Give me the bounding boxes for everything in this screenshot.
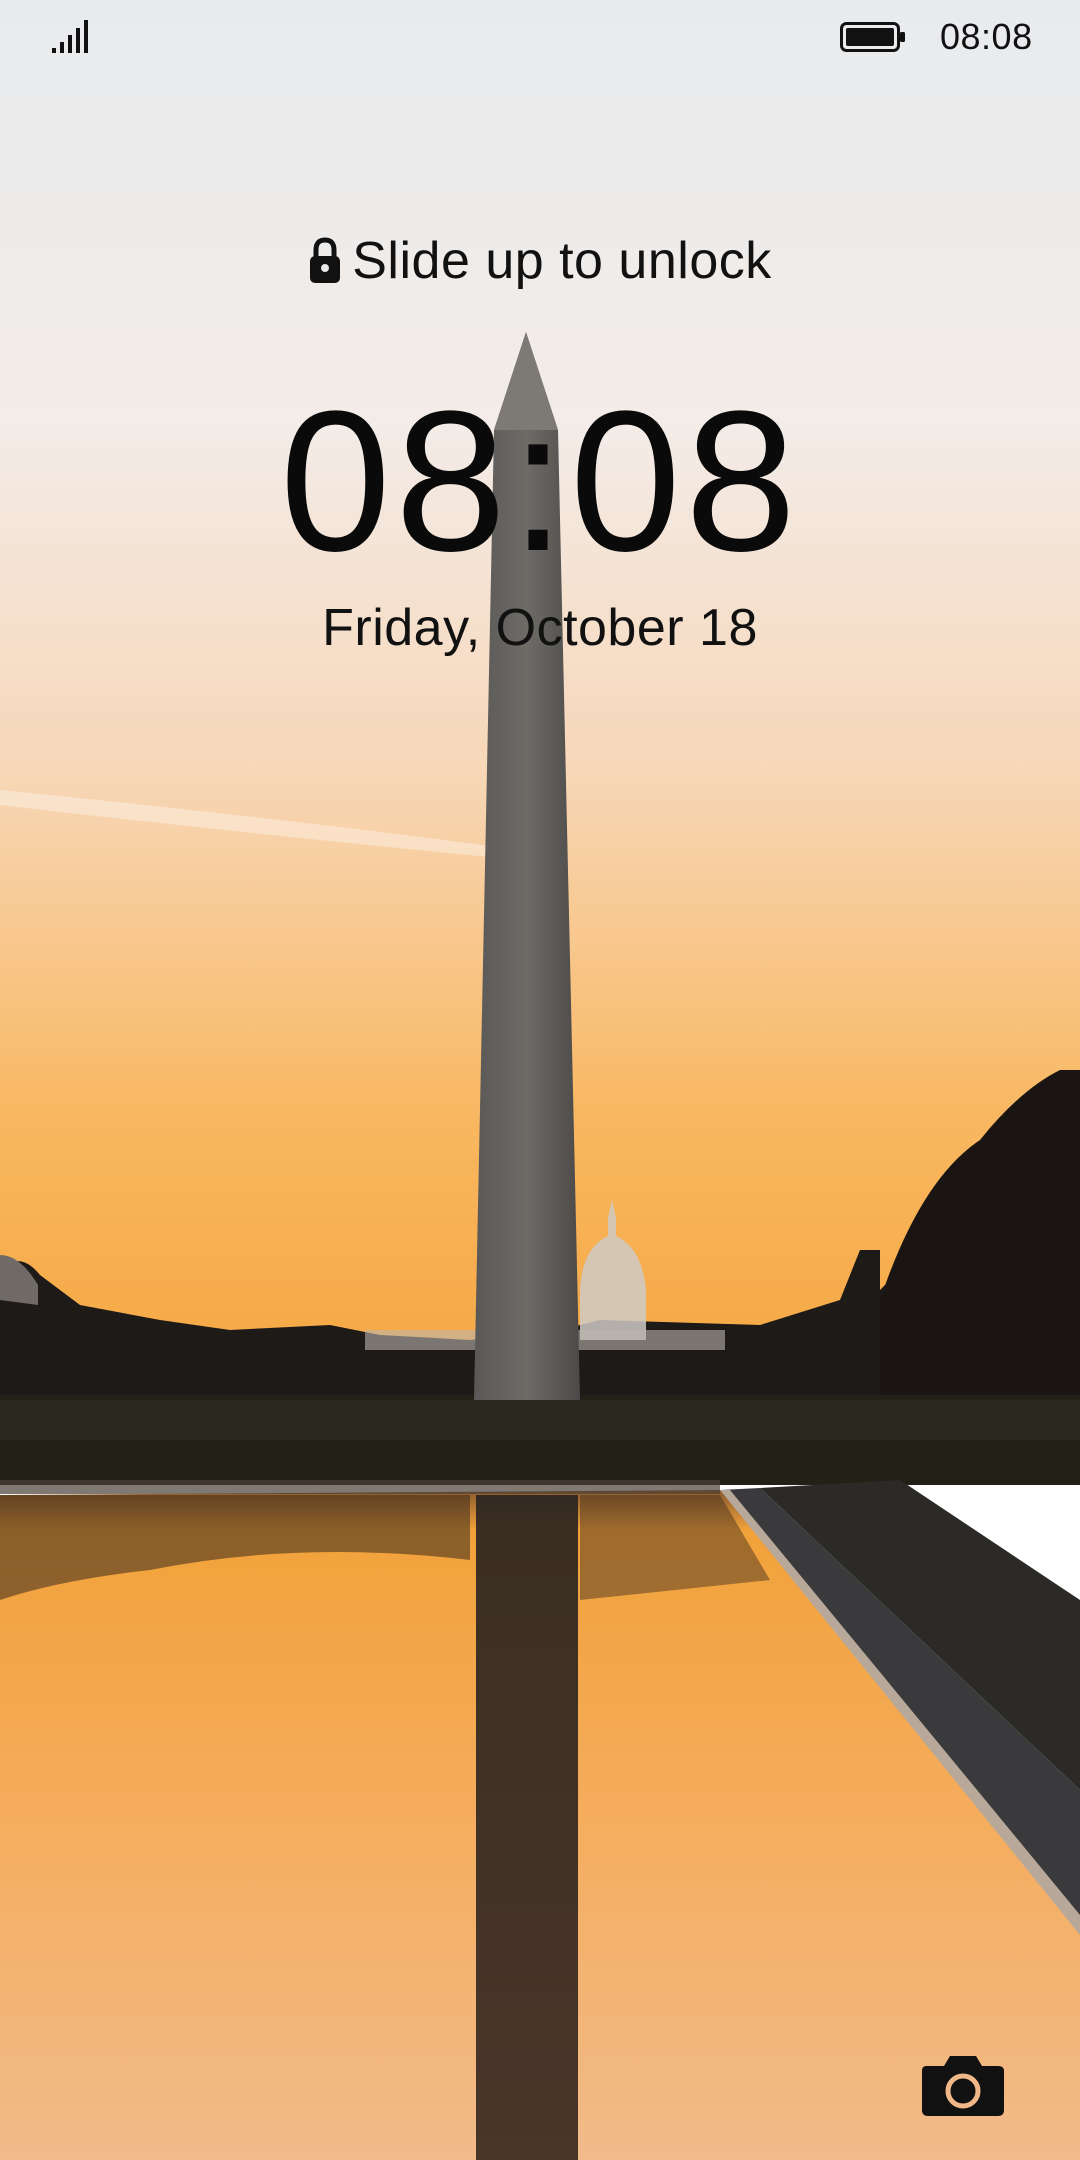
status-time: 08:08 [940,16,1033,57]
unlock-hint-label: Slide up to unlock [352,232,772,290]
unlock-hint[interactable]: Slide up to unlock [0,226,1080,296]
wallpaper-image [0,0,1080,2160]
lockscreen-date: Friday, October 18 [322,599,758,657]
battery-full-icon [840,22,905,52]
camera-icon[interactable] [918,2048,1008,2122]
lock-screen[interactable]: 08:08 Slide up to unlock 08:08 Friday, O… [0,0,1080,2160]
status-bar: 08:08 [0,0,1080,80]
signal-bars-icon [52,20,88,53]
lock-icon [310,237,341,283]
lockscreen-clock: 08:08 [279,370,801,593]
